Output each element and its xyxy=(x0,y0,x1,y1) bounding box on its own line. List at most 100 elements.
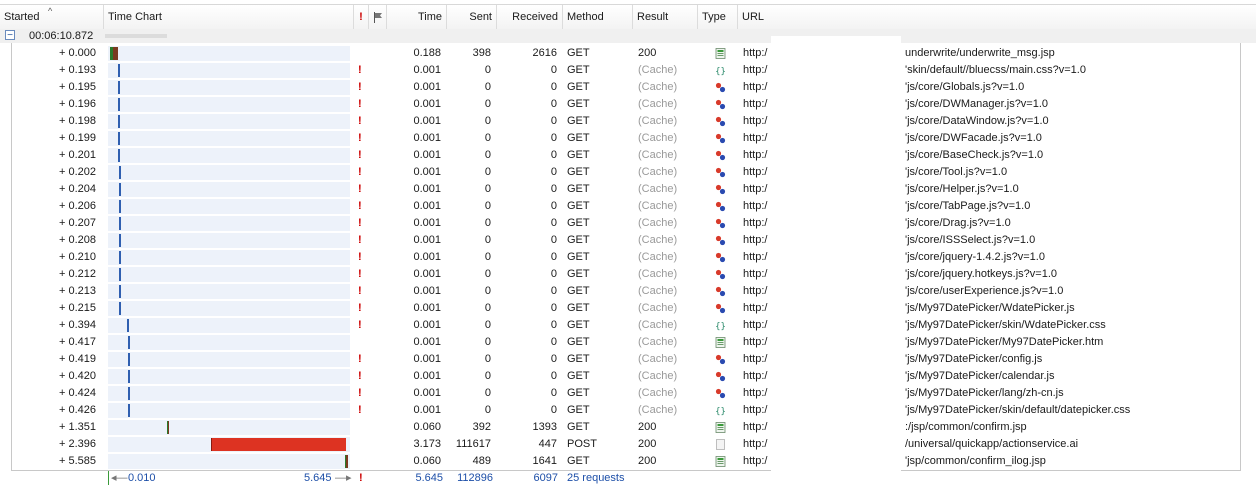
row-result: (Cache) xyxy=(638,217,678,229)
row-url-path: 'skin/default//bluecss/main.css?v=1.0 xyxy=(905,64,1086,76)
blank-page-icon xyxy=(716,439,725,450)
request-row[interactable]: + 1.351 0.060 392 1393 GET 200 http:/:/jsp/com… xyxy=(0,419,1240,436)
request-row[interactable]: + 0.426! 0.001 0 0 GET (Cache) {} http:/ 'js/My9… xyxy=(0,402,1240,419)
timeline-bar xyxy=(127,370,130,383)
row-url-path: 'js/core/TabPage.js?v=1.0 xyxy=(905,200,1031,212)
row-url-scheme: http:/ xyxy=(743,438,768,450)
request-row[interactable]: + 0.419! 0.001 0 0 GET (Cache) http:/ 'js/My97D… xyxy=(0,351,1240,368)
collapse-toggle-icon[interactable]: − xyxy=(5,30,15,41)
row-warning-indicator: ! xyxy=(358,285,362,297)
row-timeline xyxy=(108,385,350,402)
row-time: 0.060 xyxy=(413,421,441,433)
row-warning-indicator: ! xyxy=(358,183,362,195)
request-row[interactable]: + 0.213! 0.001 0 0 GET (Cache) http:/ 'js/core/… xyxy=(0,283,1240,300)
header-method[interactable]: Method xyxy=(563,5,633,29)
request-row[interactable]: + 0.204! 0.001 0 0 GET (Cache) http:/ 'js/core/… xyxy=(0,181,1240,198)
row-started: + 0.424 xyxy=(58,387,96,399)
row-url-scheme: http:/ xyxy=(743,319,768,331)
row-result: (Cache) xyxy=(638,353,678,365)
request-row[interactable]: + 0.198! 0.001 0 0 GET (Cache) http:/ 'js/core/… xyxy=(0,113,1240,130)
redacted-host-mask xyxy=(771,36,901,472)
script-icon xyxy=(715,167,726,178)
timeline-bar xyxy=(110,47,118,60)
row-url-path: 'jsp/common/confirm_ilog.jsp xyxy=(905,455,1046,467)
request-row[interactable]: + 0.210! 0.001 0 0 GET (Cache) http:/ 'js/core/… xyxy=(0,249,1240,266)
row-method: GET xyxy=(567,200,590,212)
row-started: + 0.199 xyxy=(58,132,96,144)
row-time: 0.001 xyxy=(413,285,441,297)
request-row[interactable]: + 0.201! 0.001 0 0 GET (Cache) http:/ 'js/core/… xyxy=(0,147,1240,164)
row-url-scheme: http:/ xyxy=(743,285,768,297)
row-time: 0.188 xyxy=(413,47,441,59)
row-url-path: 'js/core/Tool.js?v=1.0 xyxy=(905,166,1008,178)
row-method: GET xyxy=(567,149,590,161)
row-timeline xyxy=(108,300,350,317)
request-row[interactable]: + 0.196! 0.001 0 0 GET (Cache) http:/ 'js/core/… xyxy=(0,96,1240,113)
timeline-bar xyxy=(118,115,121,128)
row-result: (Cache) xyxy=(638,132,678,144)
timeline-bar xyxy=(118,268,121,281)
row-sent: 0 xyxy=(484,336,491,348)
row-result: (Cache) xyxy=(638,98,678,110)
header-result[interactable]: Result xyxy=(633,5,698,29)
header-url[interactable]: URL xyxy=(738,5,1256,29)
row-time: 0.001 xyxy=(413,64,441,76)
row-url-scheme: http:/ xyxy=(743,268,768,280)
range-right-arrow-icon[interactable]: —▸ xyxy=(335,471,352,485)
request-row[interactable]: + 0.195! 0.001 0 0 GET (Cache) http:/ 'js/core/… xyxy=(0,79,1240,96)
row-time: 0.001 xyxy=(413,234,441,246)
range-end-value: 5.645 xyxy=(304,472,332,484)
row-sent: 0 xyxy=(484,217,491,229)
request-row[interactable]: + 0.424! 0.001 0 0 GET (Cache) http:/ 'js/My97D… xyxy=(0,385,1240,402)
row-url-scheme: http:/ xyxy=(743,149,768,161)
request-row[interactable]: + 5.585 0.060 489 1641 GET 200 http:/ 'jsp/comm… xyxy=(0,453,1240,470)
request-row[interactable]: + 0.193! 0.001 0 0 GET (Cache) {} http:/ 'skin/d… xyxy=(0,62,1240,79)
page-group-row[interactable]: − 00:06:10.872 xyxy=(0,29,1256,43)
row-result: (Cache) xyxy=(638,370,678,382)
row-result: (Cache) xyxy=(638,319,678,331)
header-time[interactable]: Time xyxy=(387,5,447,29)
request-row[interactable]: + 0.417 0.001 0 0 GET (Cache) http:/ 'js/My97Da… xyxy=(0,334,1240,351)
request-row[interactable]: + 0.208! 0.001 0 0 GET (Cache) http:/ 'js/core/… xyxy=(0,232,1240,249)
script-icon xyxy=(715,150,726,161)
row-url-scheme: http:/ xyxy=(743,166,768,178)
row-warning-indicator: ! xyxy=(358,234,362,246)
row-sent: 0 xyxy=(484,234,491,246)
request-row[interactable]: + 0.199! 0.001 0 0 GET (Cache) http:/ 'js/core/… xyxy=(0,130,1240,147)
row-method: GET xyxy=(567,115,590,127)
timeline-track xyxy=(108,369,350,384)
header-warning[interactable]: ! xyxy=(354,5,369,29)
request-row[interactable]: + 0.215! 0.001 0 0 GET (Cache) http:/ 'js/My97D… xyxy=(0,300,1240,317)
request-row[interactable]: + 0.206! 0.001 0 0 GET (Cache) http:/ 'js/core/… xyxy=(0,198,1240,215)
timeline-track xyxy=(108,284,350,299)
row-warning-indicator: ! xyxy=(358,387,362,399)
header-sent[interactable]: Sent xyxy=(447,5,497,29)
request-row[interactable]: + 0.420! 0.001 0 0 GET (Cache) http:/ 'js/My97D… xyxy=(0,368,1240,385)
row-received: 0 xyxy=(550,319,557,331)
header-started[interactable]: Started ^ xyxy=(0,5,104,29)
header-time-chart[interactable]: Time Chart xyxy=(104,5,354,29)
row-url-scheme: http:/ xyxy=(743,387,768,399)
svg-text:{}: {} xyxy=(715,67,726,76)
request-row[interactable]: + 0.000 0.188 398 2616 GET 200 http:/ underwrit… xyxy=(0,45,1240,62)
row-started: + 0.000 xyxy=(58,47,96,59)
header-sent-label: Sent xyxy=(469,11,492,23)
request-row[interactable]: + 2.396 3.173 111617 447 POST 200 http:/ /unive… xyxy=(0,436,1240,453)
request-row[interactable]: + 0.207! 0.001 0 0 GET (Cache) http:/ 'js/core/… xyxy=(0,215,1240,232)
row-started: + 0.215 xyxy=(58,302,96,314)
row-url-path: 'js/core/DataWindow.js?v=1.0 xyxy=(905,115,1049,127)
html-page-icon xyxy=(715,422,726,433)
header-flag[interactable] xyxy=(369,5,387,29)
svg-text:{}: {} xyxy=(715,407,726,416)
row-received: 0 xyxy=(550,370,557,382)
row-received: 0 xyxy=(550,404,557,416)
range-left-arrow-icon[interactable]: ◂— xyxy=(111,471,128,485)
header-type[interactable]: Type xyxy=(698,5,738,29)
row-method: GET xyxy=(567,268,590,280)
request-row[interactable]: + 0.394! 0.001 0 0 GET (Cache) {} http:/ 'js/My9… xyxy=(0,317,1240,334)
row-url-path: 'js/My97DatePicker/config.js xyxy=(905,353,1043,365)
header-received[interactable]: Received xyxy=(497,5,563,29)
css-icon: {} xyxy=(715,67,726,76)
request-row[interactable]: + 0.202! 0.001 0 0 GET (Cache) http:/ 'js/core/… xyxy=(0,164,1240,181)
request-row[interactable]: + 0.212! 0.001 0 0 GET (Cache) http:/ 'js/core/… xyxy=(0,266,1240,283)
